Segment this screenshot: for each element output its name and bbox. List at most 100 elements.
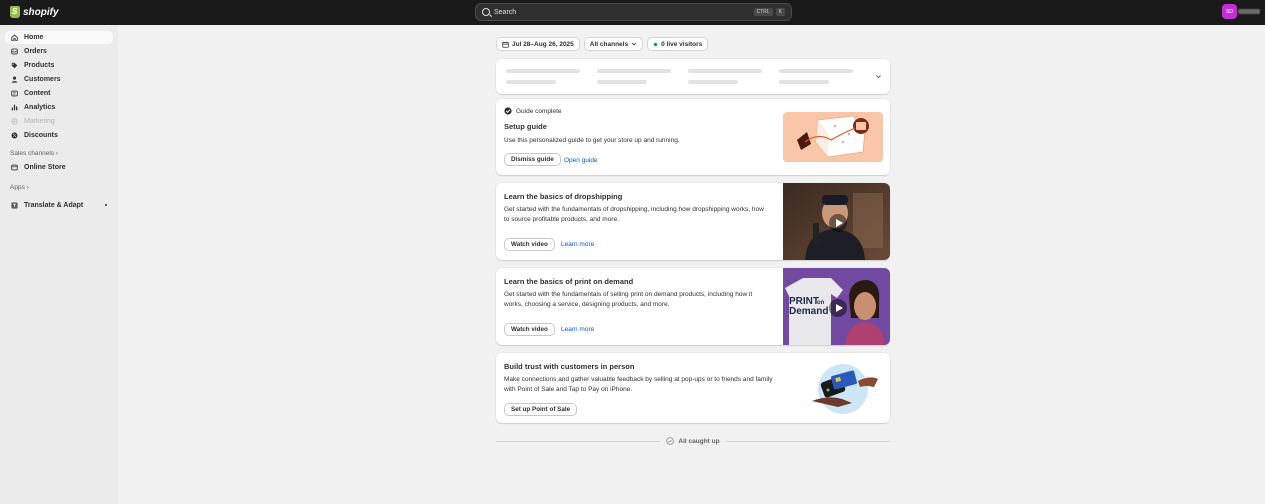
sidebar-item-discounts[interactable]: Discounts (5, 129, 113, 142)
brand-name: shopify (23, 6, 59, 18)
sidebar-item-label: Translate & Adapt (24, 202, 84, 209)
date-range-button[interactable]: Jul 28–Aug 26, 2025 (496, 37, 580, 51)
dropshipping-card: Learn the basics of dropshipping Get sta… (496, 183, 890, 260)
sidebar-item-label: Content (24, 90, 51, 97)
skeleton-line (597, 69, 671, 73)
setup-pos-button[interactable]: Set up Point of Sale (504, 403, 578, 416)
pos-description: Make connections and gather valuable fee… (504, 376, 773, 393)
live-visitors-label: 0 live visitors (661, 40, 703, 48)
sidebar-item-label: Customers (24, 76, 61, 83)
guide-status: Guide complete (504, 107, 562, 115)
search-placeholder: Search (494, 8, 517, 16)
check-circle-icon (504, 107, 512, 115)
skeleton-line (688, 80, 738, 84)
sidebar-item-online-store[interactable]: Online Store (5, 161, 113, 174)
avatar[interactable]: SD (1222, 4, 1237, 19)
sales-channels-label: Sales channels (10, 150, 55, 157)
channels-dropdown[interactable]: All channels (583, 37, 644, 51)
chevron-right-icon: › (26, 184, 29, 191)
sidebar-item-label: Home (24, 34, 44, 41)
setup-guide-card: Guide complete Setup guide Use this pers… (496, 99, 890, 175)
all-caught-up-label: All caught up (678, 437, 720, 445)
dismiss-guide-button[interactable]: Dismiss guide (504, 153, 561, 166)
target-icon (11, 118, 18, 125)
dropshipping-description: Get started with the fundamentals of dro… (504, 206, 764, 223)
sidebar-item-label: Discounts (24, 132, 58, 139)
live-indicator-icon (653, 41, 659, 47)
divider-line (725, 440, 891, 442)
person-icon (11, 76, 18, 83)
calendar-icon (502, 41, 509, 48)
skeleton-line (779, 80, 829, 84)
sidebar-item-label: Products (24, 62, 55, 69)
sidebar-item-customers[interactable]: Customers (5, 73, 113, 86)
sidebar-item-label: Online Store (24, 164, 66, 171)
watch-video-button[interactable]: Watch video (504, 238, 555, 251)
learn-more-link[interactable]: Learn more (561, 326, 594, 333)
sidebar-item-analytics[interactable]: Analytics (5, 101, 113, 114)
search-input[interactable]: Search CTRL K (475, 3, 792, 21)
sidebar-item-home[interactable]: Home (5, 31, 113, 44)
chevron-down-icon[interactable] (875, 73, 882, 80)
sidebar-item-label: Marketing (24, 118, 55, 125)
metrics-card[interactable] (496, 59, 890, 94)
channels-label: All channels (589, 40, 629, 48)
print-on-demand-title: Learn the basics of print on demand (504, 277, 634, 286)
divider-line (496, 440, 661, 442)
play-button-icon[interactable] (829, 214, 847, 232)
apps-heading[interactable]: Apps › (10, 184, 29, 191)
notification-dot (105, 204, 107, 206)
setup-guide-title: Setup guide (504, 122, 547, 131)
point-of-sale-card: Build trust with customers in person Mak… (496, 353, 890, 423)
content-icon (11, 90, 18, 97)
shirt-demand-text: Demand (789, 306, 828, 317)
dropshipping-title: Learn the basics of dropshipping (504, 192, 623, 201)
sidebar-item-label: Analytics (24, 104, 56, 111)
apps-label: Apps (10, 184, 25, 191)
discount-icon (11, 132, 18, 139)
sidebar-item-content[interactable]: Content (5, 87, 113, 100)
sidebar-item-marketing[interactable]: Marketing (5, 115, 113, 128)
setup-guide-description: Use this personalized guide to get your … (504, 137, 680, 144)
filter-bar: Jul 28–Aug 26, 2025 All channels 0 live … (496, 37, 709, 51)
shopify-logo[interactable]: shopify (10, 6, 59, 18)
skeleton-line (506, 80, 556, 84)
print-on-demand-card: Learn the basics of print on demand Get … (496, 268, 890, 345)
chevron-right-icon: › (55, 150, 59, 157)
home-icon (11, 34, 18, 41)
all-caught-up: All caught up (660, 437, 725, 445)
search-icon (482, 8, 490, 16)
open-guide-link[interactable]: Open guide (564, 157, 598, 164)
learn-more-link[interactable]: Learn more (561, 241, 594, 248)
tag-icon (11, 62, 18, 69)
watch-video-button[interactable]: Watch video (504, 323, 555, 336)
guide-status-label: Guide complete (516, 107, 562, 115)
all-caught-up-divider: All caught up (496, 435, 891, 447)
check-circle-outline-icon (666, 437, 675, 445)
sidebar-item-orders[interactable]: Orders (5, 45, 113, 58)
store-name-blurred[interactable] (1238, 9, 1260, 14)
sales-channels-heading[interactable]: Sales channels › (10, 150, 58, 157)
sidebar-item-translate-adapt[interactable]: Translate & Adapt (5, 199, 113, 212)
sidebar-item-products[interactable]: Products (5, 59, 113, 72)
skeleton-line (779, 69, 853, 73)
skeleton-line (688, 69, 762, 73)
date-range-label: Jul 28–Aug 26, 2025 (512, 40, 574, 48)
pos-illustration (812, 364, 878, 414)
skeleton-line (506, 69, 580, 73)
translate-app-icon (11, 202, 18, 209)
store-icon (11, 164, 18, 171)
setup-illustration (783, 112, 883, 162)
shortcut-ctrl: CTRL (753, 8, 773, 16)
shopify-bag-icon (10, 6, 20, 18)
skeleton-line (597, 80, 647, 84)
live-visitors-button[interactable]: 0 live visitors (647, 37, 709, 51)
top-bar: shopify Search CTRL K SD (0, 0, 1265, 25)
play-button-icon[interactable] (829, 299, 847, 317)
chevron-down-icon (631, 42, 637, 46)
pos-title: Build trust with customers in person (504, 362, 635, 371)
sidebar: Home Orders Products Customers Content A… (0, 25, 118, 504)
orders-icon (11, 48, 18, 55)
print-on-demand-description: Get started with the fundamentals of sel… (504, 291, 753, 308)
sidebar-item-label: Orders (24, 48, 47, 55)
